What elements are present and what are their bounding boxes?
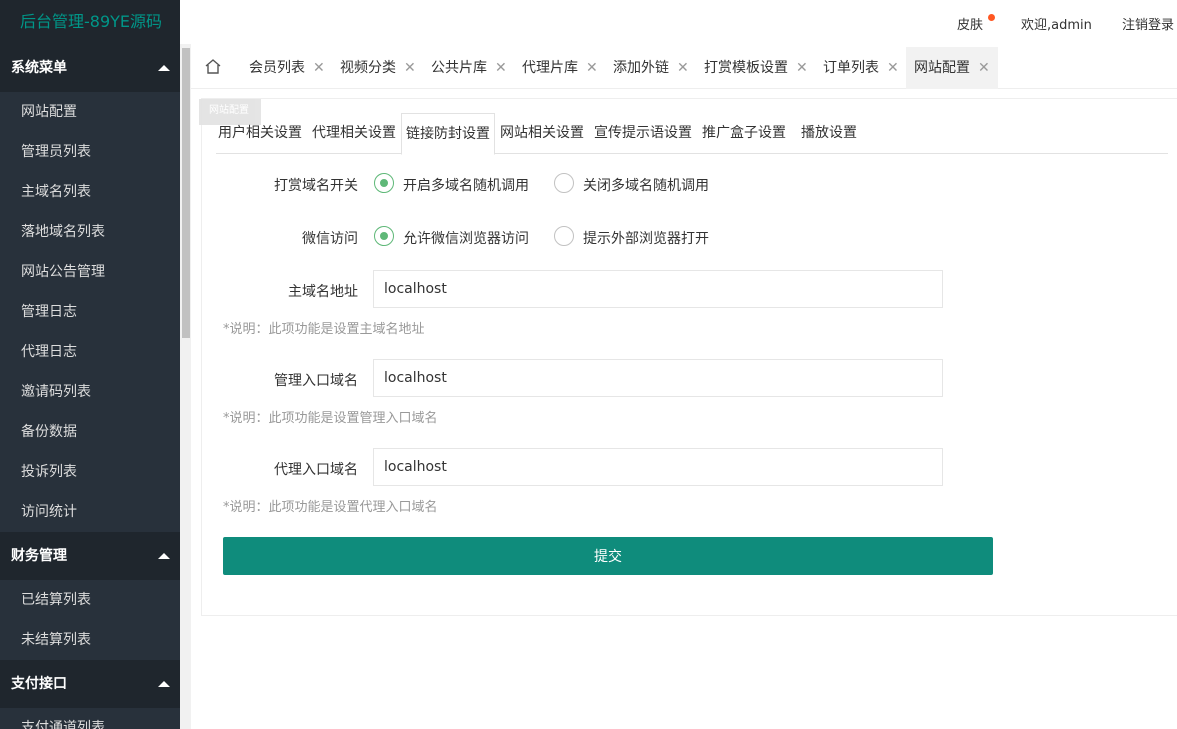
sidebar-scrollbar-thumb[interactable] bbox=[182, 48, 190, 338]
caret-up-icon bbox=[158, 553, 170, 559]
menu-group-label: 支付接口 bbox=[11, 676, 67, 692]
sidebar: 后台管理-89YE源码 系统菜单 网站配置 管理员列表 主域名列表 落地域名列表… bbox=[0, 0, 180, 729]
agent-domain-label: 代理入口域名 bbox=[274, 462, 358, 478]
sidebar-item-admin-log[interactable]: 管理日志 bbox=[0, 292, 180, 332]
close-icon[interactable]: ✕ bbox=[978, 60, 990, 76]
wechat-access-label: 微信访问 bbox=[302, 231, 358, 247]
close-icon[interactable]: ✕ bbox=[677, 60, 689, 76]
sidebar-item-announcements[interactable]: 网站公告管理 bbox=[0, 252, 180, 292]
subtab-agent-settings[interactable]: 代理相关设置 bbox=[312, 113, 396, 154]
sidebar-item-payment-channels[interactable]: 支付通道列表 bbox=[0, 708, 180, 729]
settings-subtabs: 用户相关设置 代理相关设置 链接防封设置 网站相关设置 宣传提示语设置 推广盒子… bbox=[216, 113, 1168, 155]
admin-domain-label: 管理入口域名 bbox=[274, 373, 358, 389]
home-icon[interactable] bbox=[203, 57, 223, 77]
caret-up-icon bbox=[158, 65, 170, 71]
submit-button[interactable]: 提交 bbox=[223, 537, 993, 575]
notification-dot-icon bbox=[988, 14, 995, 21]
subtab-link-antiblock[interactable]: 链接防封设置 bbox=[401, 113, 495, 155]
main-domain-label: 主域名地址 bbox=[288, 284, 358, 300]
close-icon[interactable]: ✕ bbox=[887, 60, 899, 76]
top-header: 皮肤 欢迎,admin 注销登录 bbox=[191, 0, 1177, 44]
main-domain-note: *说明：此项功能是设置主域名地址 bbox=[223, 322, 425, 337]
sidebar-item-invite-codes[interactable]: 邀请码列表 bbox=[0, 372, 180, 412]
menu-group-label: 系统菜单 bbox=[11, 60, 67, 76]
menu-group-finance[interactable]: 财务管理 bbox=[0, 532, 180, 580]
agent-domain-input[interactable] bbox=[373, 448, 943, 486]
sidebar-item-visit-stats[interactable]: 访问统计 bbox=[0, 492, 180, 532]
subtab-site-settings[interactable]: 网站相关设置 bbox=[500, 113, 584, 154]
sidebar-item-complaints[interactable]: 投诉列表 bbox=[0, 452, 180, 492]
menu-group-label: 财务管理 bbox=[11, 548, 67, 564]
subtab-promo-text[interactable]: 宣传提示语设置 bbox=[594, 113, 692, 154]
menu-group-system[interactable]: 系统菜单 bbox=[0, 44, 180, 92]
tab-member-list[interactable]: 会员列表 ✕ bbox=[241, 47, 325, 89]
caret-up-icon bbox=[158, 681, 170, 687]
sidebar-item-unsettled[interactable]: 未结算列表 bbox=[0, 620, 180, 660]
app-logo-title[interactable]: 后台管理-89YE源码 bbox=[0, 0, 180, 44]
tab-add-external-link[interactable]: 添加外链 ✕ bbox=[605, 47, 689, 89]
subtab-user-settings[interactable]: 用户相关设置 bbox=[218, 113, 302, 154]
reward-domain-on-radio[interactable] bbox=[374, 173, 394, 193]
menu-group-payment[interactable]: 支付接口 bbox=[0, 660, 180, 708]
admin-domain-note: *说明：此项功能是设置管理入口域名 bbox=[223, 411, 438, 426]
close-icon[interactable]: ✕ bbox=[586, 60, 598, 76]
wechat-external-label[interactable]: 提示外部浏览器打开 bbox=[583, 228, 709, 248]
tab-public-library[interactable]: 公共片库 ✕ bbox=[423, 47, 507, 89]
sidebar-item-admin-list[interactable]: 管理员列表 bbox=[0, 132, 180, 172]
tab-agent-library[interactable]: 代理片库 ✕ bbox=[514, 47, 598, 89]
sidebar-item-main-domain-list[interactable]: 主域名列表 bbox=[0, 172, 180, 212]
admin-domain-input[interactable] bbox=[373, 359, 943, 397]
reward-domain-on-label[interactable]: 开启多域名随机调用 bbox=[403, 175, 529, 195]
close-icon[interactable]: ✕ bbox=[495, 60, 507, 76]
subtab-promo-box[interactable]: 推广盒子设置 bbox=[702, 113, 786, 154]
page-tab-bar: 会员列表 ✕ 视频分类 ✕ 公共片库 ✕ 代理片库 ✕ 添加外链 ✕ 打赏模板设置 ✕ 订单… bbox=[191, 47, 1177, 89]
close-icon[interactable]: ✕ bbox=[796, 60, 808, 76]
close-icon[interactable]: ✕ bbox=[404, 60, 416, 76]
tab-site-config[interactable]: 网站配置 ✕ bbox=[906, 47, 998, 89]
main-domain-input[interactable] bbox=[373, 270, 943, 308]
tab-video-category[interactable]: 视频分类 ✕ bbox=[332, 47, 416, 89]
skin-button[interactable]: 皮肤 bbox=[957, 14, 983, 33]
reward-domain-off-label[interactable]: 关闭多域名随机调用 bbox=[583, 175, 709, 195]
wechat-allow-radio[interactable] bbox=[374, 226, 394, 246]
wechat-external-radio[interactable] bbox=[554, 226, 574, 246]
close-icon[interactable]: ✕ bbox=[313, 60, 325, 76]
sidebar-item-site-config[interactable]: 网站配置 bbox=[0, 92, 180, 132]
sidebar-item-landing-domain-list[interactable]: 落地域名列表 bbox=[0, 212, 180, 252]
subtab-playback[interactable]: 播放设置 bbox=[801, 113, 857, 154]
agent-domain-note: *说明：此项功能是设置代理入口域名 bbox=[223, 500, 438, 515]
tab-reward-template[interactable]: 打赏模板设置 ✕ bbox=[696, 47, 808, 89]
welcome-user[interactable]: 欢迎,admin bbox=[1021, 14, 1092, 33]
sidebar-item-agent-log[interactable]: 代理日志 bbox=[0, 332, 180, 372]
wechat-allow-label[interactable]: 允许微信浏览器访问 bbox=[403, 228, 529, 248]
reward-domain-label: 打赏域名开关 bbox=[274, 178, 358, 194]
logout-button[interactable]: 注销登录 bbox=[1122, 14, 1174, 33]
tab-order-list[interactable]: 订单列表 ✕ bbox=[815, 47, 899, 89]
reward-domain-off-radio[interactable] bbox=[554, 173, 574, 193]
sidebar-item-backup[interactable]: 备份数据 bbox=[0, 412, 180, 452]
sidebar-item-settled[interactable]: 已结算列表 bbox=[0, 580, 180, 620]
